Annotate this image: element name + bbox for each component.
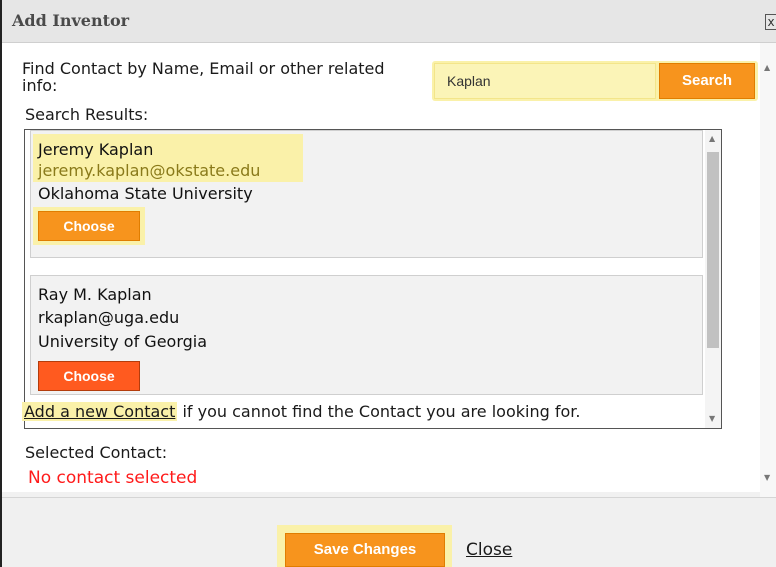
results-scrollbar-thumb[interactable] [707, 152, 719, 348]
search-button[interactable]: Search [659, 63, 755, 99]
save-changes-button[interactable]: Save Changes [285, 533, 445, 567]
result-email: rkaplan@uga.edu [38, 308, 180, 327]
arrow-down-icon[interactable]: ▼ [709, 414, 715, 423]
dialog-content: Find Contact by Name, Email or other rel… [2, 43, 762, 497]
close-link[interactable]: Close [466, 540, 512, 560]
close-icon[interactable]: x [765, 14, 776, 30]
search-results-label: Search Results: [25, 105, 149, 124]
arrow-up-icon[interactable]: ▲ [764, 63, 770, 72]
result-organization: University of Georgia [38, 332, 208, 351]
dialog-scrollbar[interactable]: ▲ ▼ [760, 43, 776, 497]
arrow-down-icon[interactable]: ▼ [764, 473, 770, 482]
result-name: Ray M. Kaplan [38, 285, 152, 304]
dialog-titlebar: Add Inventor x [2, 0, 776, 43]
selected-contact-label: Selected Contact: [25, 443, 168, 462]
result-card: Ray M. Kaplan rkaplan@uga.edu University… [30, 275, 703, 395]
search-input[interactable] [434, 63, 656, 99]
add-new-contact-link[interactable]: Add a new Contact [22, 402, 178, 421]
result-organization: Oklahoma State University [38, 184, 253, 203]
selected-contact-value: No contact selected [28, 468, 198, 488]
find-contact-label: Find Contact by Name, Email or other rel… [22, 59, 385, 95]
choose-button[interactable]: Choose [38, 361, 140, 391]
add-contact-line: Add a new Contact if you cannot find the… [22, 402, 580, 421]
add-contact-hint: if you cannot find the Contact you are l… [177, 402, 581, 421]
add-inventor-dialog: Add Inventor x Find Contact by Name, Ema… [0, 0, 776, 567]
choose-button[interactable]: Choose [38, 211, 140, 241]
results-scrollbar[interactable]: ▲ ▼ [705, 130, 721, 428]
result-email: jeremy.kaplan@okstate.edu [38, 161, 261, 180]
dialog-title: Add Inventor [12, 11, 130, 30]
arrow-up-icon[interactable]: ▲ [709, 134, 715, 143]
result-name: Jeremy Kaplan [38, 140, 154, 159]
search-results-list[interactable]: Jeremy Kaplan jeremy.kaplan@okstate.edu … [24, 129, 722, 429]
result-card: Jeremy Kaplan jeremy.kaplan@okstate.edu … [30, 130, 703, 258]
